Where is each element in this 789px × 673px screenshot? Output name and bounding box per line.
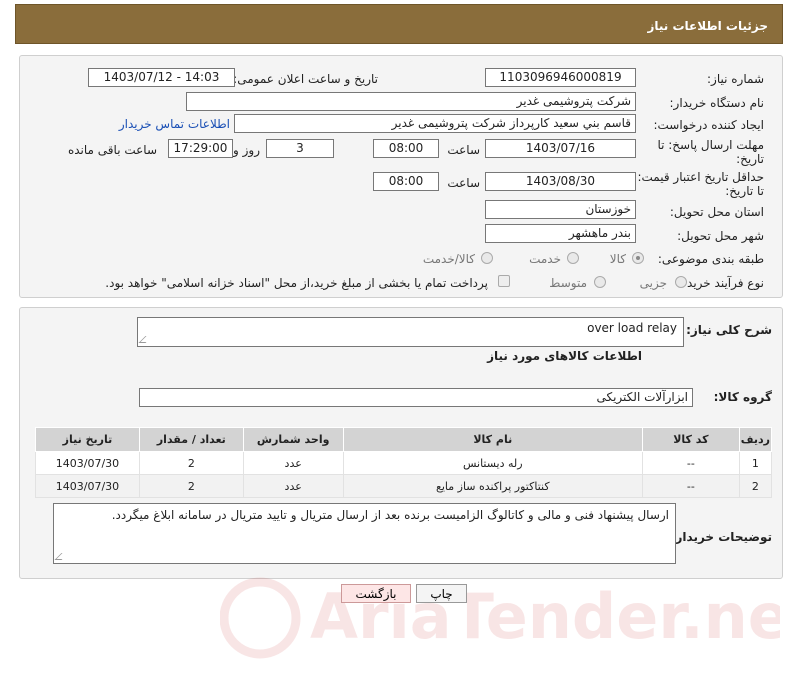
cell-quantity: 2 [138,474,244,498]
col-need-date: تاریخ نیاز [35,427,140,452]
process-radio-minor[interactable] [675,276,687,288]
cell-need-date: 1403/07/30 [35,451,140,475]
process-radio-medium[interactable] [594,276,606,288]
announce-datetime-field: 1403/07/12 - 14:03 [88,68,235,87]
reply-days-label: روز و [233,143,260,157]
reply-deadline-time-label: ساعت [447,143,480,157]
buyer-org-label: نام دستگاه خریدار: [669,96,765,110]
reply-deadline-time: 08:00 [373,139,439,158]
delivery-province-field: خوزستان [485,200,636,219]
page-header: جزئیات اطلاعات نیاز [15,4,783,44]
watermark-logo: AriaTender.net [220,577,780,659]
buyer-notes-label: توضیحات خریدار: [670,530,772,544]
delivery-province-label: استان محل تحویل: [669,205,764,219]
general-description-field: over load relay [137,317,684,347]
print-button[interactable]: چاپ [416,584,467,603]
resize-handle-icon[interactable] [138,336,153,343]
purchase-process-label: نوع فرآیند خرید : [679,276,764,290]
cell-goods-code: -- [641,451,740,475]
cell-quantity: 2 [138,451,244,475]
watermark-emblem [220,577,301,659]
cell-unit: عدد [242,451,344,475]
reply-days-field: 3 [266,139,334,158]
col-goods-code: کد کالا [641,427,740,452]
col-unit: واحد شمارش [242,427,344,452]
cell-goods-name: کنتاکتور پراکنده ساز مایع [342,474,643,498]
table-row: 2 -- کنتاکتور پراکنده ساز مایع عدد 2 140… [35,474,773,498]
category-option-goods: کالا [609,252,626,266]
cell-unit: عدد [242,474,344,498]
need-number-label: شماره نیاز: [707,72,764,86]
general-description-text: over load relay [587,321,677,335]
treasury-payment-note: پرداخت تمام یا بخشی از مبلغ خرید،از محل … [105,276,488,290]
category-radio-service[interactable] [567,252,579,264]
category-radio-goods[interactable] [632,252,644,264]
price-validity-date: 1403/08/30 [485,172,636,191]
col-goods-name: نام کالا [342,427,643,452]
need-number-field: 1103096946000819 [485,68,636,87]
price-validity-label: حداقل تاریخ اعتبار قیمت: تا تاریخ: [637,170,764,198]
process-option-minor: جزیی [639,276,667,290]
buyer-org-field: شرکت پتروشیمی غدیر [186,92,636,111]
announce-datetime-label: تاریخ و ساعت اعلان عمومی: [233,72,378,86]
col-quantity: تعداد / مقدار [138,427,244,452]
goods-group-field: ابزارآلات الکتریکی [139,388,693,407]
cell-row-number: 2 [738,474,773,498]
category-radio-goods-service[interactable] [481,252,493,264]
delivery-city-field: بندر ماهشهر [485,224,636,243]
reply-deadline-date: 1403/07/16 [485,139,636,158]
page-title: جزئیات اطلاعات نیاز [647,19,768,33]
back-button[interactable]: بازگشت [341,584,411,603]
goods-group-label: گروه کالا: [713,390,772,404]
buyer-notes-field: ارسال پیشنهاد فنی و مالی و کاتالوگ الزام… [53,503,676,564]
price-validity-time-label: ساعت [447,176,480,190]
requester-label: ایجاد کننده درخواست: [653,118,764,132]
category-label: طبقه بندی موضوعی: [657,252,764,266]
col-row-number: ردیف [738,427,773,452]
delivery-city-label: شهر محل تحویل: [677,229,764,243]
cell-need-date: 1403/07/30 [35,474,140,498]
need-info-panel: شماره نیاز: 1103096946000819 تاریخ و ساع… [19,55,783,298]
buyer-contact-link[interactable]: اطلاعات تماس خریدار [119,117,230,131]
goods-table-header: ردیف کد کالا نام کالا واحد شمارش تعداد /… [35,427,773,452]
need-details-panel: AriaTender.net شرح کلی نیاز: over load r… [19,307,783,659]
process-option-medium: متوسط [549,276,587,290]
remaining-time-field: 17:29:00 [168,139,233,158]
reply-deadline-label: مهلت ارسال پاسخ: تا تاریخ: [657,138,764,166]
remaining-time-label: ساعت باقی مانده [67,143,157,157]
resize-handle-icon[interactable] [54,553,69,560]
goods-table: ردیف کد کالا نام کالا واحد شمارش تعداد /… [35,427,773,498]
table-row: 1 -- رله دیستانس عدد 2 1403/07/30 [35,451,773,475]
general-description-label: شرح کلی نیاز: [686,323,772,337]
price-validity-time: 08:00 [373,172,439,191]
goods-info-title: اطلاعات کالاهای مورد نیاز [487,349,642,363]
buyer-notes-text: ارسال پیشنهاد فنی و مالی و کاتالوگ الزام… [111,508,669,522]
cell-row-number: 1 [738,451,773,475]
requester-field: قاسم بني سعيد كارپرداز شركت پتروشیمی غدي… [234,114,636,133]
cell-goods-name: رله دیستانس [342,451,643,475]
category-option-goods-service: کالا/خدمت [422,252,475,266]
cell-goods-code: -- [641,474,740,498]
treasury-payment-checkbox[interactable] [498,275,510,287]
category-option-service: خدمت [529,252,561,266]
